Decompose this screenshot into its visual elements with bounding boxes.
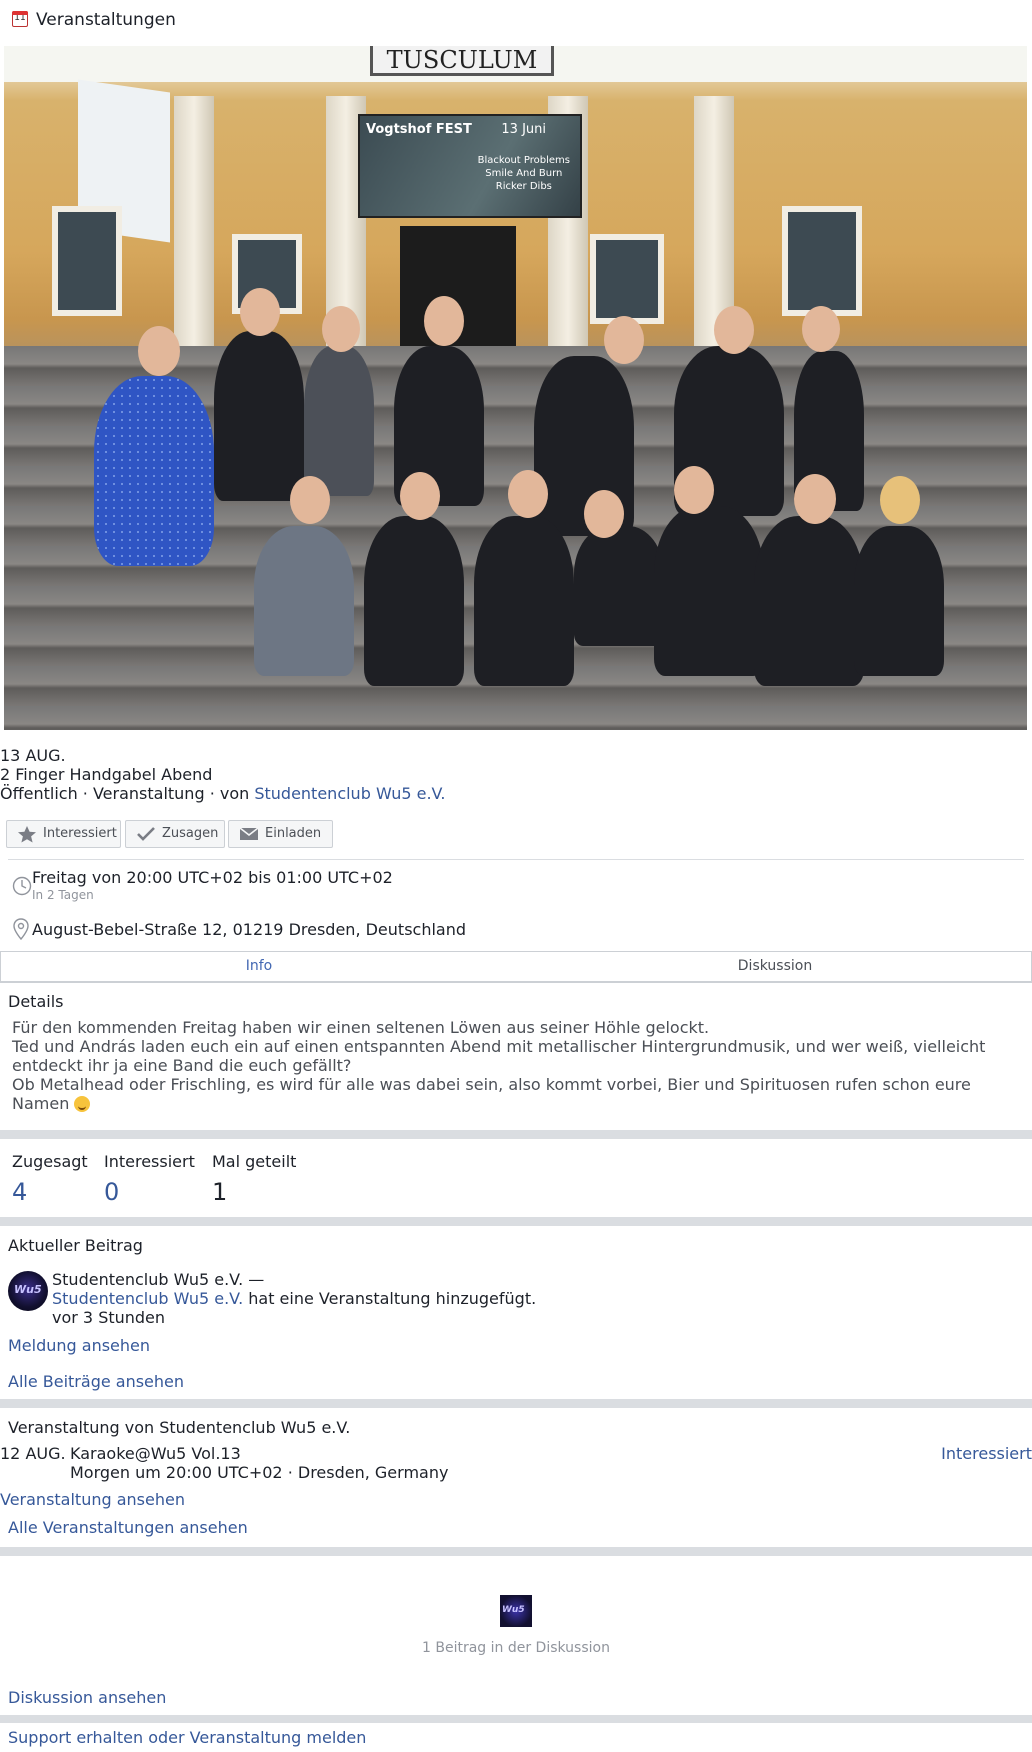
cover-banner-date: 13 Juni [501,122,546,137]
details-heading: Details [8,992,64,1011]
page-title: Veranstaltungen [36,10,176,30]
tab-info[interactable]: Info [1,952,517,981]
event-time: Freitag von 20:00 UTC+02 bis 01:00 UTC+0… [32,868,393,887]
interested-button[interactable]: Interessiert [6,820,121,848]
interested-button-label: Interessiert [43,826,117,841]
tab-discussion[interactable]: Diskussion [517,952,1032,981]
going-button-label: Zusagen [162,826,219,841]
calendar-icon-day: 11 [14,13,26,23]
stat-going-value[interactable]: 4 [12,1178,27,1206]
event-cover-photo[interactable]: TUSCULUM Vogtshof FEST 13 Juni Blackout … [4,46,1027,730]
related-event-title[interactable]: Karaoke@Wu5 Vol.13 [70,1444,241,1463]
check-icon [137,827,155,841]
post-actor-link[interactable]: Studentenclub Wu5 e.V. [52,1289,243,1308]
discussion-thumbnail[interactable]: Wu5 [500,1595,532,1627]
stat-going-label: Zugesagt [12,1152,88,1171]
event-address[interactable]: August-Bebel-Straße 12, 01219 Dresden, D… [32,920,466,939]
post-author: Studentenclub Wu5 e.V. — [52,1270,265,1289]
event-time-relative: In 2 Tagen [32,888,94,902]
section-separator [0,1715,1032,1723]
all-posts-link[interactable]: Alle Beiträge ansehen [8,1372,184,1391]
wink-emoji-icon [74,1096,91,1112]
post-body: Studentenclub Wu5 e.V. hat eine Veransta… [52,1289,536,1308]
envelope-icon [239,827,259,840]
section-separator [0,1130,1032,1139]
section-separator [0,1547,1032,1556]
related-event-interested-button[interactable]: Interessiert [941,1444,1032,1463]
avatar-text: Wu5 [14,1283,42,1296]
host-events-heading: Veranstaltung von Studentenclub Wu5 e.V. [8,1418,351,1437]
cover-banner: Vogtshof FEST 13 Juni Blackout Problems … [358,114,582,218]
report-event-link[interactable]: Support erhalten oder Veranstaltung meld… [8,1728,366,1747]
cover-building-sign: TUSCULUM [370,46,554,76]
event-host-link[interactable]: Studentenclub Wu5 e.V. [254,784,445,803]
calendar-icon: 11 [12,11,28,27]
event-date: 13 AUG. [0,746,66,765]
recent-post-heading: Aktueller Beitrag [8,1236,143,1255]
all-events-link[interactable]: Alle Veranstaltungen ansehen [8,1518,248,1537]
section-separator [0,1399,1032,1408]
event-visibility: Öffentlich · Veranstaltung · von [0,784,255,803]
stat-shared-value: 1 [212,1178,228,1206]
invite-button-label: Einladen [265,826,322,841]
details-description: Für den kommenden Freitag haben wir eine… [12,1018,1012,1113]
related-event-date: 12 AUG. [0,1444,66,1463]
event-tabs: Info Diskussion [0,951,1032,983]
cover-banner-bands: Blackout Problems Smile And Burn Ricker … [477,155,570,192]
going-button[interactable]: Zusagen [125,820,225,848]
discussion-count: 1 Beitrag in der Diskussion [422,1640,610,1656]
clock-icon [12,876,32,896]
post-action-text: hat eine Veranstaltung hinzugefügt. [243,1289,537,1308]
stat-shared-label: Mal geteilt [212,1152,297,1171]
top-bar: 11 Veranstaltungen [0,0,1032,44]
avatar[interactable]: Wu5 [8,1271,48,1311]
stat-interested-label: Interessiert [104,1152,195,1171]
event-title: 2 Finger Handgabel Abend [0,765,213,784]
related-event-subtitle: Morgen um 20:00 UTC+02 · Dresden, German… [70,1463,449,1482]
view-discussion-link[interactable]: Diskussion ansehen [8,1688,166,1707]
location-pin-icon [13,918,29,940]
details-text: Für den kommenden Freitag haben wir eine… [12,1018,986,1113]
stat-interested-value[interactable]: 0 [104,1178,119,1206]
view-event-link[interactable]: Veranstaltung ansehen [0,1490,185,1509]
section-separator [0,1217,1032,1226]
invite-button[interactable]: Einladen [228,820,333,848]
divider [8,859,1024,860]
post-time[interactable]: vor 3 Stunden [52,1308,165,1327]
view-post-link[interactable]: Meldung ansehen [8,1336,150,1355]
cover-crowd [94,276,974,706]
event-meta: Öffentlich · Veranstaltung · von Student… [0,784,446,803]
star-icon [18,826,36,843]
discussion-thumbnail-text: Wu5 [502,1605,525,1615]
